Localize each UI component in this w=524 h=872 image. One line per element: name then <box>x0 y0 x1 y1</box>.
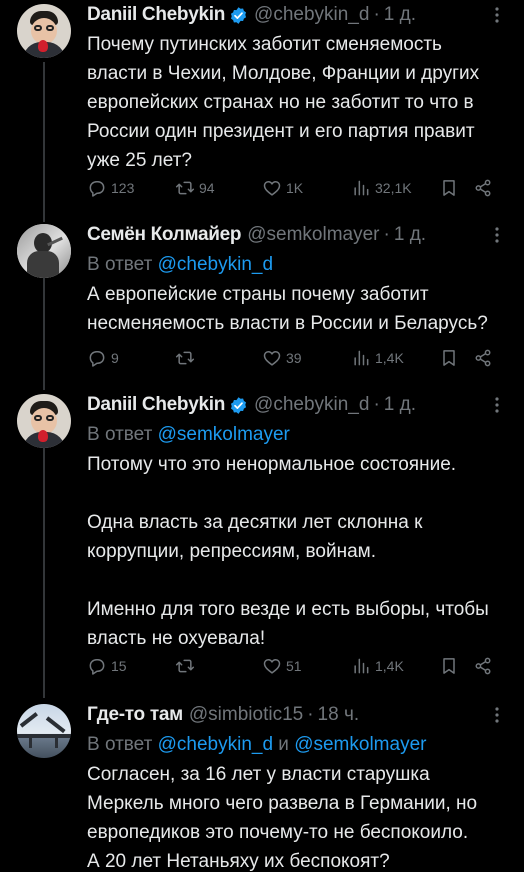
reply-icon <box>89 659 105 675</box>
tweet[interactable]: Где-то там @simbiotic15 · 18 ч. В ответ … <box>0 700 524 872</box>
bookmark-icon <box>443 658 455 674</box>
retweet-button[interactable] <box>175 346 199 370</box>
reply-count: 123 <box>111 180 135 196</box>
author-handle[interactable]: @simbiotic15 <box>189 704 303 726</box>
bookmark-button[interactable] <box>439 654 459 678</box>
retweet-count: 94 <box>199 180 215 196</box>
like-button[interactable]: 39 <box>262 346 302 370</box>
avatar[interactable] <box>17 224 71 278</box>
more-icon[interactable] <box>486 396 508 414</box>
timestamp[interactable]: 1 д. <box>384 4 416 26</box>
tweet-text: Потому что это ненормальное состояние. О… <box>87 454 489 649</box>
share-button[interactable] <box>473 654 493 678</box>
like-icon <box>263 659 281 674</box>
share-icon <box>475 657 491 675</box>
views-count: 32,1K <box>375 180 412 196</box>
bookmark-icon <box>443 350 455 366</box>
separator-dot: · <box>383 224 390 245</box>
share-button[interactable] <box>473 176 493 200</box>
more-icon[interactable] <box>486 706 508 724</box>
like-count: 39 <box>286 350 302 366</box>
avatar[interactable] <box>17 4 71 58</box>
like-count: 51 <box>286 658 302 674</box>
share-icon <box>475 179 491 197</box>
action-bar: 9 39 1,4K <box>87 346 508 370</box>
avatar[interactable] <box>17 704 71 758</box>
thread-feed: Daniil Chebykin @chebykin_d · 1 д. Почем… <box>0 0 524 872</box>
views-button[interactable]: 1,4K <box>351 654 404 678</box>
views-icon <box>354 350 369 366</box>
like-icon <box>263 181 281 196</box>
reply-button[interactable]: 15 <box>87 654 127 678</box>
timestamp[interactable]: 18 ч. <box>318 704 360 726</box>
reply-context: В ответ @chebykin_d и @semkolmayer <box>87 730 508 760</box>
bookmark-button[interactable] <box>439 176 459 200</box>
verified-badge-icon <box>231 396 247 414</box>
reply-prefix: В ответ <box>87 254 158 275</box>
reply-prefix: В ответ <box>87 734 158 755</box>
author-name[interactable]: Семён Колмайер <box>87 224 242 246</box>
bookmark-icon <box>443 180 455 196</box>
reply-mention[interactable]: @chebykin_d <box>158 734 273 755</box>
tweet[interactable]: Семён Колмайер @semkolmayer · 1 д. В отв… <box>0 220 524 385</box>
like-button[interactable]: 51 <box>262 654 302 678</box>
views-icon <box>354 658 369 674</box>
like-icon <box>263 351 281 366</box>
separator-dot: · <box>373 4 380 25</box>
reply-context: В ответ @chebykin_d <box>87 250 508 280</box>
action-bar: 123 94 1K 32,1K <box>87 176 508 200</box>
reply-icon <box>89 181 105 197</box>
reply-conjunction: и <box>273 734 295 755</box>
retweet-button[interactable]: 94 <box>175 176 215 200</box>
retweet-button[interactable] <box>175 654 199 678</box>
reply-mention[interactable]: @semkolmayer <box>294 734 426 755</box>
timestamp[interactable]: 1 д. <box>384 394 416 416</box>
reply-mention[interactable]: @chebykin_d <box>158 254 273 275</box>
more-icon[interactable] <box>486 6 508 24</box>
reply-mention[interactable]: @semkolmayer <box>158 424 290 445</box>
reply-icon <box>89 351 105 367</box>
verified-badge-icon <box>231 6 247 24</box>
author-handle[interactable]: @chebykin_d <box>254 4 369 26</box>
share-button[interactable] <box>473 346 493 370</box>
author-name[interactable]: Где-то там <box>87 704 183 726</box>
retweet-icon <box>175 351 195 365</box>
reply-count: 9 <box>111 350 119 366</box>
tweet-text: Согласен, за 16 лет у власти старушка Ме… <box>87 764 478 872</box>
tweet[interactable]: Daniil Chebykin @chebykin_d · 1 д. В отв… <box>0 390 524 695</box>
reply-button[interactable]: 9 <box>87 346 119 370</box>
separator-dot: · <box>373 394 380 415</box>
like-count: 1K <box>286 180 304 196</box>
reply-count: 15 <box>111 658 127 674</box>
author-name[interactable]: Daniil Chebykin <box>87 4 225 26</box>
reply-context: В ответ @semkolmayer <box>87 420 508 450</box>
separator-dot: · <box>307 704 314 725</box>
tweet-text: Почему путинских заботит сменяемость вла… <box>87 34 480 171</box>
share-icon <box>475 349 491 367</box>
timestamp[interactable]: 1 д. <box>394 224 426 246</box>
views-button[interactable]: 1,4K <box>351 346 404 370</box>
author-name[interactable]: Daniil Chebykin <box>87 394 225 416</box>
views-icon <box>354 180 369 196</box>
tweet[interactable]: Daniil Chebykin @chebykin_d · 1 д. Почем… <box>0 0 524 215</box>
avatar[interactable] <box>17 394 71 448</box>
views-count: 1,4K <box>375 658 404 674</box>
tweet-text: А европейские страны почему заботит несм… <box>87 284 488 334</box>
retweet-icon <box>175 659 195 673</box>
author-handle[interactable]: @semkolmayer <box>247 224 379 246</box>
reply-prefix: В ответ <box>87 424 158 445</box>
author-handle[interactable]: @chebykin_d <box>254 394 369 416</box>
action-bar: 15 51 1,4K <box>87 654 508 678</box>
like-button[interactable]: 1K <box>262 176 303 200</box>
more-icon[interactable] <box>486 226 508 244</box>
retweet-icon <box>175 181 195 195</box>
bookmark-button[interactable] <box>439 346 459 370</box>
views-count: 1,4K <box>375 350 404 366</box>
views-button[interactable]: 32,1K <box>351 176 412 200</box>
reply-button[interactable]: 123 <box>87 176 134 200</box>
